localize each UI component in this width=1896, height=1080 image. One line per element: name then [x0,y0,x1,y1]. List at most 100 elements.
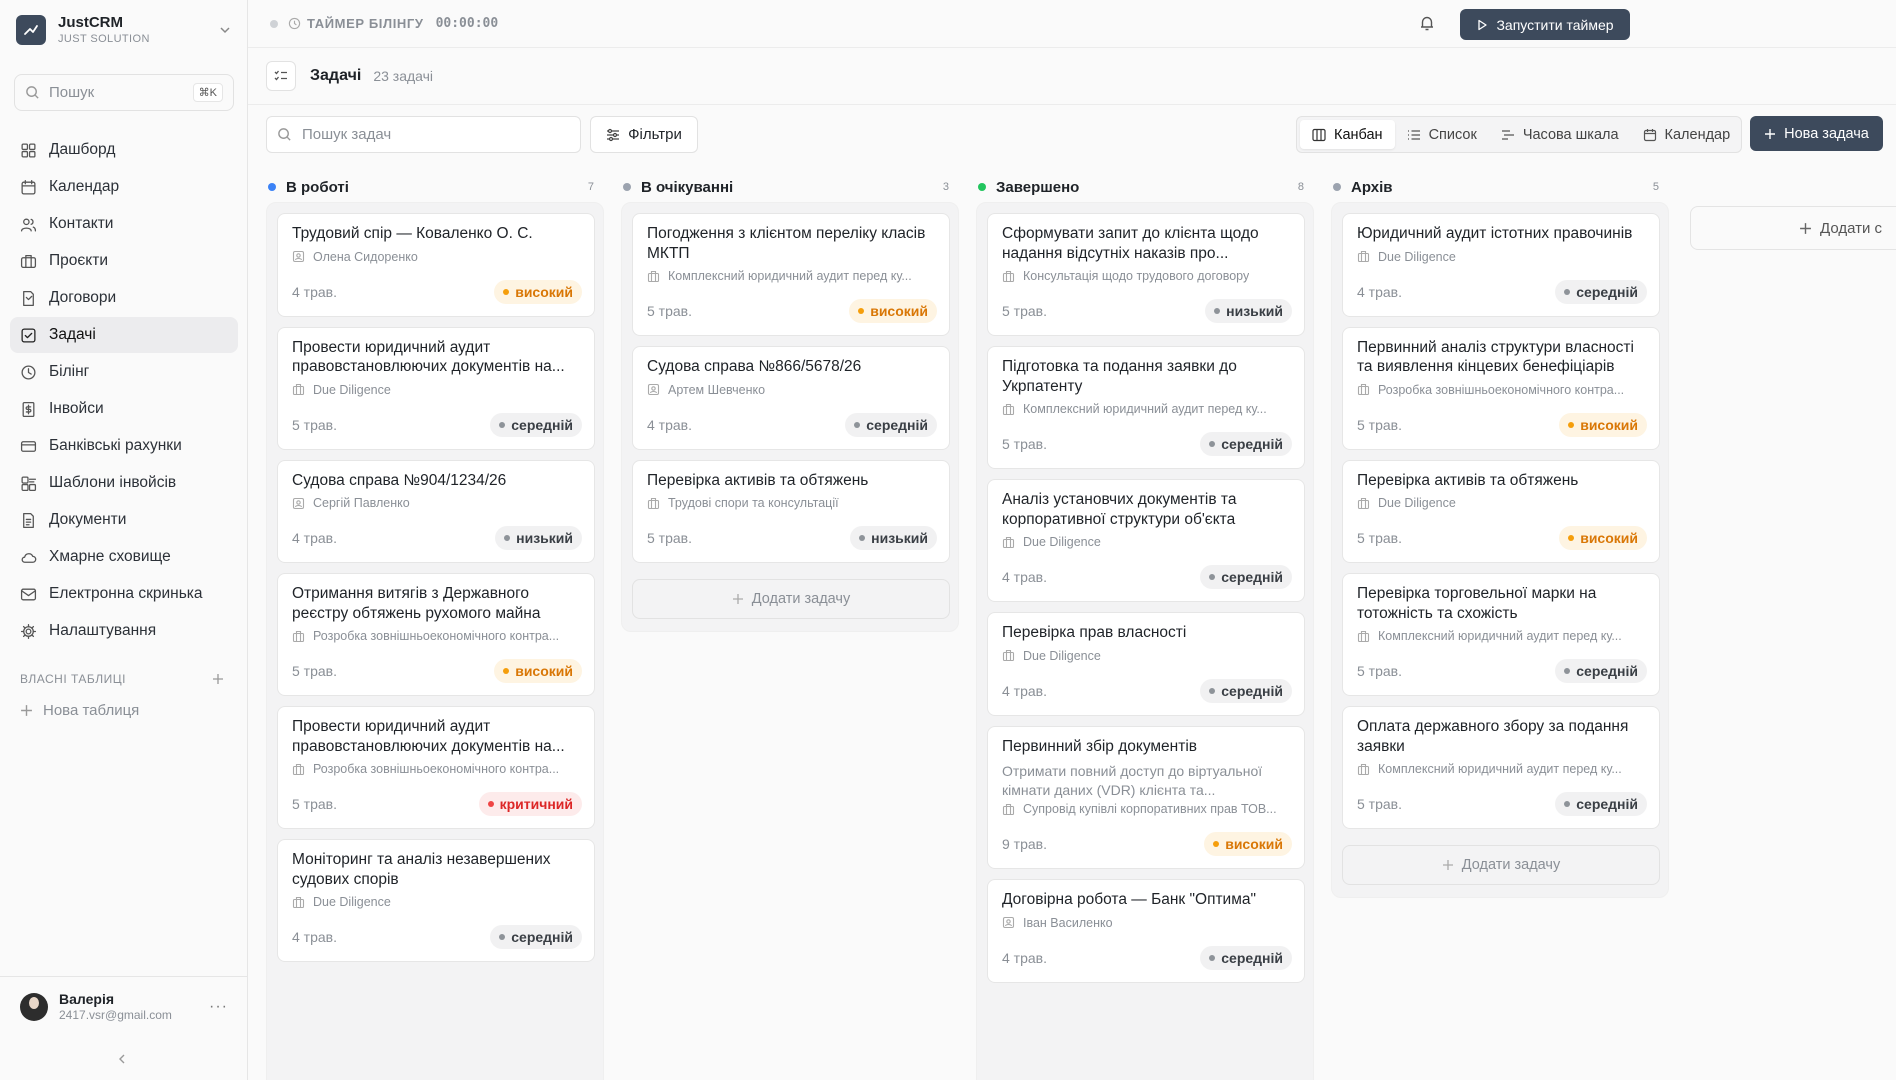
collapse-sidebar-icon[interactable] [116,1052,128,1070]
start-timer-button[interactable]: Запустити таймер [1460,9,1630,40]
sidebar-item-label: Документи [49,511,127,528]
view-tab-kanban[interactable]: Канбан [1300,120,1395,149]
task-card[interactable]: Юридичний аудит істотних правочинів Due D… [1342,213,1660,317]
kanban-column: Завершено 8 Сформувати запит до клієнта що… [976,172,1314,1080]
sidebar-item-6[interactable]: Білінг [10,354,238,390]
task-card[interactable]: Моніторинг та аналіз незавершених судови… [277,839,595,962]
priority-dot [1568,421,1575,428]
task-card[interactable]: Судова справа №866/5678/26 Артем Шевченко… [632,346,950,450]
task-card[interactable]: Трудовий спір — Коваленко О. С. Олена Сид… [277,213,595,317]
sidebar-item-label: Календар [49,178,120,195]
task-meta: Розробка зовнішньоекономічного контра... [1357,383,1649,397]
sidebar-item-13[interactable]: Налаштування [10,613,238,649]
building-icon [1002,536,1015,548]
column-body: Юридичний аудит істотних правочинів Due D… [1331,202,1669,898]
task-card[interactable]: Перевірка прав власності Due Diligence 4 т… [987,612,1305,716]
timer-label: ТАЙМЕР БІЛІНГУ [307,16,424,31]
priority-badge: середній [1555,659,1647,683]
task-card[interactable]: Перевірка торговельної марки на тотожніс… [1342,573,1660,696]
new-table-button[interactable]: Нова таблиця [20,702,139,719]
add-task-button[interactable]: Додати задачу [1342,845,1660,885]
user-profile[interactable]: Валерія 2417.vsr@gmail.com ··· [0,976,248,1036]
priority-badge: низький [495,526,582,550]
add-column-button[interactable]: Додати с [1690,206,1896,250]
task-card[interactable]: Підготовка та подання заявки до Укрпатен… [987,346,1305,469]
plus-icon [1442,860,1453,870]
column-count: 3 [942,181,949,193]
task-project: Іван Василенко [1023,915,1113,930]
add-task-button[interactable]: Додати задачу [632,579,950,619]
sidebar-item-10[interactable]: Документи [10,502,238,538]
sidebar-search[interactable]: Пошук ⌘K [14,74,234,111]
sidebar-item-1[interactable]: Календар [10,169,238,205]
bell-icon[interactable] [1418,14,1436,37]
priority-dot [504,535,511,541]
priority-dot [1209,954,1216,961]
plus-icon[interactable] [212,673,224,685]
sidebar-item-8[interactable]: Банківські рахунки [10,428,238,464]
new-task-button[interactable]: Нова задача [1750,116,1883,151]
task-search-input[interactable]: Пошук задач [266,116,581,153]
task-card[interactable]: Судова справа №904/1234/26 Сергій Павленк… [277,459,595,563]
priority-dot [1209,441,1216,447]
view-tab-calendar[interactable]: Календар [1631,120,1743,149]
person-icon [1002,916,1015,929]
kanban-icon [1312,128,1326,141]
task-card[interactable]: Провести юридичний аудит правовстановлюю… [277,326,595,450]
filters-button[interactable]: Фільтри [590,116,698,153]
task-meta: Артем Шевченко [647,383,939,397]
priority-label: середній [1221,682,1283,699]
task-card[interactable]: Провести юридичний аудит правовстановлюю… [277,706,595,829]
task-project: Трудові спори та консультації [668,496,839,510]
task-card[interactable]: Сформувати запит до клієнта щодо надання… [987,213,1305,336]
sidebar-item-5[interactable]: Задачі [10,317,238,353]
sidebar-item-11[interactable]: Хмарне сховище [10,539,238,575]
view-tab-timeline[interactable]: Часова шкала [1489,120,1631,149]
chevron-down-icon[interactable] [218,23,232,37]
task-project: Due Diligence [313,382,391,397]
priority-badge: середній [1200,565,1292,589]
sidebar-item-7[interactable]: Інвойси [10,391,238,427]
sidebar-item-label: Хмарне сховище [49,548,171,565]
sidebar-item-9[interactable]: Шаблони інвойсів [10,465,238,501]
priority-label: низький [516,530,573,546]
task-date: 5 трав. [1002,303,1047,319]
task-card[interactable]: Погодження з клієнтом переліку класів МК… [632,213,950,336]
task-card[interactable]: Перевірка активів та обтяжень Трудові спо… [632,459,950,563]
task-meta: Супровід купівлі корпоративних прав ТОВ.… [1002,802,1294,816]
priority-dot [1564,801,1571,807]
sidebar-item-12[interactable]: Електронна скринька [10,576,238,612]
top-bar: ТАЙМЕР БІЛІНГУ 00:00:00 [248,0,1896,48]
task-card[interactable]: Аналіз установчих документів та корпорат… [987,479,1305,602]
workspace-switcher[interactable]: JustCRM JUST SOLUTION [16,12,232,48]
task-title: Сформувати запит до клієнта щодо надання… [1002,225,1259,262]
priority-dot [503,668,510,674]
priority-label: середній [511,416,573,433]
task-project: Due Diligence [1023,648,1101,663]
priority-dot [1214,308,1221,314]
column-header[interactable]: В очікуванні 3 [623,172,949,202]
sidebar-item-4[interactable]: Договори [10,280,238,316]
task-meta: Консультація щодо трудового договору [1002,269,1294,283]
column-header[interactable]: Архів 5 [1333,172,1659,202]
task-card[interactable]: Первинний аналіз структури власності та … [1342,326,1660,450]
task-card[interactable]: Перевірка активів та обтяжень Due Diligen… [1342,459,1660,563]
more-icon[interactable]: ··· [209,998,228,1016]
task-card[interactable]: Договірна робота — Банк "Оптима" Іван Вас… [987,879,1305,983]
task-project: Сергій Павленко [313,496,410,510]
sidebar-item-3[interactable]: Проєкти [10,243,238,279]
sidebar-item-2[interactable]: Контакти [10,206,238,242]
task-card[interactable]: Оплата державного збору за подання заявк… [1342,706,1660,829]
view-tab-list[interactable]: Список [1395,120,1489,149]
task-list-icon[interactable] [266,61,296,91]
task-date: 5 трав. [1357,796,1402,812]
column-header[interactable]: В роботі 7 [268,172,594,202]
task-card[interactable]: Первинний збір документів Отримати повний… [987,725,1305,869]
task-title: Перевірка активів та обтяжень [647,471,869,489]
column-header[interactable]: Завершено 8 [978,172,1304,202]
task-card[interactable]: Отримання витягів з Державного реєстру о… [277,573,595,696]
task-title: Отримання витягів з Державного реєстру о… [292,585,541,622]
task-meta: Розробка зовнішньоекономічного контра... [292,762,584,776]
task-project: Due Diligence [1023,535,1101,549]
sidebar-item-0[interactable]: Дашборд [10,132,238,168]
